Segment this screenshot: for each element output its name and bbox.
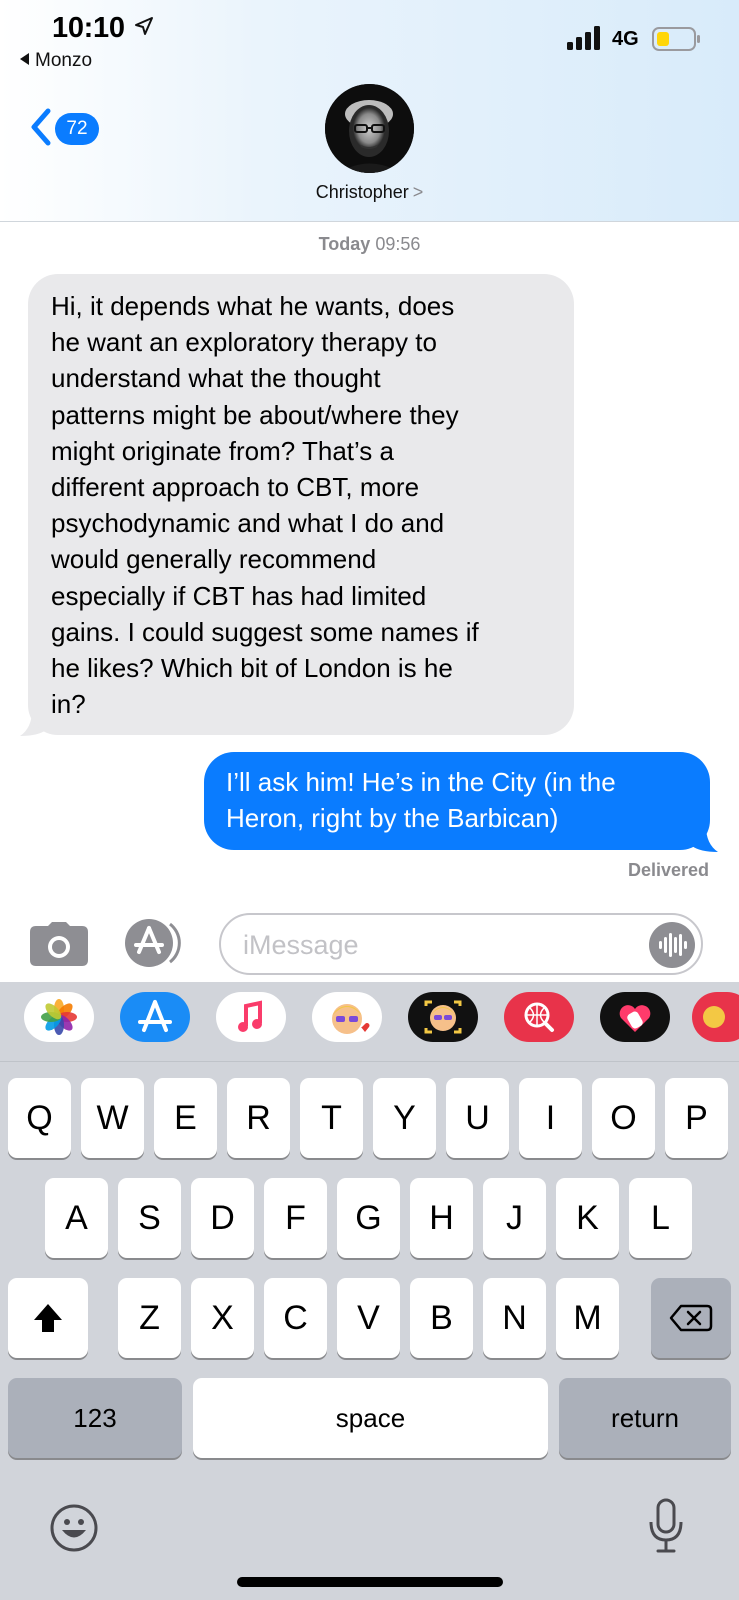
contact-avatar[interactable] [325, 84, 414, 173]
audio-message-button[interactable] [649, 922, 695, 968]
message-line: gains. I could suggest some names if [51, 616, 479, 647]
appstore-glyph-icon [138, 1000, 172, 1032]
key-w[interactable]: W [81, 1078, 144, 1158]
keyboard: Q W E R T Y U I O P A S D F G H J K L Z … [0, 982, 739, 1600]
key-q[interactable]: Q [8, 1078, 71, 1158]
magnifier-globe-icon [524, 1002, 554, 1032]
microphone-icon[interactable] [648, 1498, 684, 1554]
message-line: I’ll ask him! He’s in the City (in the [226, 767, 616, 797]
message-line: especially if CBT has had limited [51, 580, 427, 611]
delivery-status: Delivered [627, 860, 709, 880]
message-line: Heron, right by the Barbican) [226, 803, 559, 833]
key-v[interactable]: V [337, 1278, 400, 1358]
key-k[interactable]: K [556, 1178, 619, 1258]
timestamp-day: Today [318, 234, 371, 254]
timestamp-time: 09:56 [375, 234, 421, 254]
animoji-face-icon [424, 1000, 462, 1034]
apps-icon[interactable] [124, 918, 190, 968]
imessage-input-field[interactable] [219, 913, 703, 975]
message-line: he want an exploratory therapy to [51, 327, 437, 358]
message-input[interactable] [243, 927, 623, 963]
digital-touch-icon[interactable] [600, 992, 670, 1042]
message-line: would generally recommend [51, 544, 377, 575]
key-r[interactable]: R [227, 1078, 290, 1158]
contact-name-label: Christopher [315, 182, 409, 202]
conversation-header: 10:10 Monzo 4G 72 Christopher > [0, 0, 739, 222]
key-x[interactable]: X [191, 1278, 254, 1358]
back-chevron-icon[interactable] [28, 107, 54, 147]
message-line: he likes? Which bit of London is he [51, 653, 453, 684]
memoji-face-icon [332, 1004, 370, 1034]
key-t[interactable]: T [300, 1078, 363, 1158]
photos-app-icon[interactable] [24, 992, 94, 1042]
numbers-key[interactable]: 123 [8, 1378, 182, 1458]
waveform-icon [659, 933, 687, 957]
partial-glyph-icon [703, 1006, 725, 1028]
message-line: patterns might be about/where they [51, 399, 459, 430]
key-n[interactable]: N [483, 1278, 546, 1358]
animoji-icon[interactable] [408, 992, 478, 1042]
contact-name[interactable]: Christopher > [0, 182, 739, 203]
home-indicator [237, 1577, 503, 1587]
key-l[interactable]: L [629, 1178, 692, 1258]
memoji-stickers-icon[interactable] [312, 992, 382, 1042]
key-d[interactable]: D [191, 1178, 254, 1258]
message-line: in? [51, 689, 86, 720]
key-b[interactable]: B [410, 1278, 473, 1358]
message-line: psychodynamic and what I do and [51, 508, 445, 539]
return-key[interactable]: return [559, 1378, 731, 1458]
outgoing-message-bubble[interactable]: I’ll ask him! He’s in the City (in the H… [204, 752, 710, 850]
message-line: might originate from? That’s a [51, 435, 394, 466]
location-arrow-icon [135, 17, 153, 35]
photos-flower-icon [41, 999, 77, 1035]
key-u[interactable]: U [446, 1078, 509, 1158]
unread-count-badge[interactable]: 72 [55, 113, 99, 145]
key-i[interactable]: I [519, 1078, 582, 1158]
key-j[interactable]: J [483, 1178, 546, 1258]
key-c[interactable]: C [264, 1278, 327, 1358]
imessage-app-drawer [0, 982, 739, 1062]
back-triangle-icon [20, 53, 29, 65]
key-s[interactable]: S [118, 1178, 181, 1258]
network-type: 4G [612, 28, 639, 50]
key-h[interactable]: H [410, 1178, 473, 1258]
shift-arrow-icon [34, 1304, 62, 1332]
message-timestamp: Today 09:56 [0, 234, 739, 255]
music-note-icon [238, 1000, 262, 1032]
key-o[interactable]: O [592, 1078, 655, 1158]
cellular-signal-icon [567, 26, 600, 50]
contact-details-chevron-icon: > [412, 182, 424, 202]
space-key[interactable]: space [193, 1378, 548, 1458]
delete-key[interactable] [651, 1278, 731, 1358]
incoming-message-bubble[interactable]: Hi, it depends what he wants, does he wa… [28, 274, 574, 735]
backspace-icon [669, 1304, 713, 1332]
music-app-icon[interactable] [216, 992, 286, 1042]
heart-touch-icon [619, 1005, 651, 1032]
status-time: 10:10 [52, 12, 125, 44]
key-e[interactable]: E [154, 1078, 217, 1158]
key-z[interactable]: Z [118, 1278, 181, 1358]
emoji-icon[interactable] [49, 1503, 99, 1553]
contact-photo [325, 84, 414, 173]
camera-icon[interactable] [30, 922, 88, 966]
battery-icon [652, 27, 700, 51]
message-line: understand what the thought [51, 363, 381, 394]
key-a[interactable]: A [45, 1178, 108, 1258]
partial-app-icon[interactable] [692, 992, 739, 1042]
key-p[interactable]: P [665, 1078, 728, 1158]
image-search-icon[interactable] [504, 992, 574, 1042]
key-g[interactable]: G [337, 1178, 400, 1258]
message-line: different approach to CBT, more [51, 472, 420, 503]
key-f[interactable]: F [264, 1178, 327, 1258]
shift-key[interactable] [8, 1278, 88, 1358]
back-app-label: Monzo [35, 50, 93, 71]
appstore-app-icon[interactable] [120, 992, 190, 1042]
message-line: Hi, it depends what he wants, does [51, 291, 455, 321]
key-m[interactable]: M [556, 1278, 619, 1358]
key-y[interactable]: Y [373, 1078, 436, 1158]
back-to-app-link[interactable]: Monzo [20, 50, 92, 72]
